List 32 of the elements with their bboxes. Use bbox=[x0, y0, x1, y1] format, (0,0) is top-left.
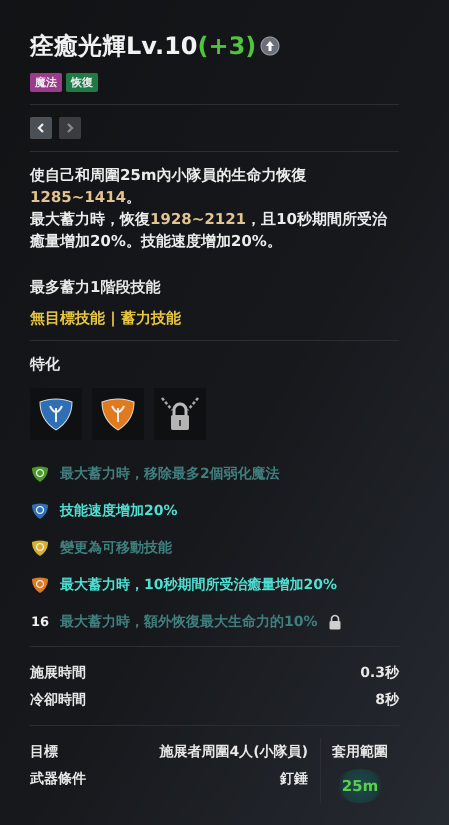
stat-label: 施展時間 bbox=[30, 664, 86, 682]
section-title: 特化 bbox=[30, 355, 61, 374]
level-bonus: (+3) bbox=[198, 32, 256, 60]
skill-title: 痊癒光輝Lv.10 bbox=[30, 31, 198, 62]
charge-note: 最多蓄力1階段技能 bbox=[30, 278, 162, 297]
locked-slot[interactable] bbox=[154, 388, 206, 440]
tag: 恢復 bbox=[66, 73, 98, 92]
specialization-option: 變更為可移動技能 bbox=[60, 539, 172, 557]
skill-types: 無目標技能 | 蓄力技能 bbox=[30, 309, 182, 328]
range-label: 套用範圍 bbox=[332, 743, 388, 761]
tag: 魔法 bbox=[30, 73, 62, 92]
stat-value: 8秒 bbox=[375, 690, 399, 708]
gem-slot[interactable] bbox=[30, 388, 82, 440]
specialization-option: 最大蓄力時，額外恢復最大生命力的10% bbox=[60, 613, 318, 631]
stat-label: 冷卻時間 bbox=[30, 690, 86, 708]
info-value: 施展者周圍4人(小隊員) bbox=[159, 742, 308, 760]
stat-value: 0.3秒 bbox=[360, 664, 399, 682]
specialization-option: 最大蓄力時，移除最多2個弱化魔法 bbox=[60, 465, 280, 483]
info-label: 武器條件 bbox=[30, 770, 86, 788]
previous-button[interactable] bbox=[30, 117, 52, 139]
skill-description: 使自己和周圍25m內小隊員的生命力恢復 1285~1414。 最大蓄力時，恢復1928~2121，且10秒期間所受治癒量增加20%。技能速度增加20%。 bbox=[30, 165, 388, 252]
chevron-left-icon bbox=[35, 122, 47, 134]
gem-slot[interactable] bbox=[92, 388, 144, 440]
info-value: 釘錘 bbox=[280, 770, 308, 788]
padlock-icon bbox=[328, 614, 342, 630]
specialization-option: 技能速度增加20% bbox=[60, 502, 178, 520]
info-label: 目標 bbox=[30, 742, 58, 760]
specialization-option: 最大蓄力時，10秒期間所受治癒量增加20% bbox=[60, 576, 337, 594]
chevron-right-icon bbox=[64, 122, 76, 134]
range-value: 25m bbox=[336, 769, 384, 803]
upgrade-icon[interactable] bbox=[260, 36, 280, 56]
level-requirement: 16 bbox=[30, 614, 50, 630]
